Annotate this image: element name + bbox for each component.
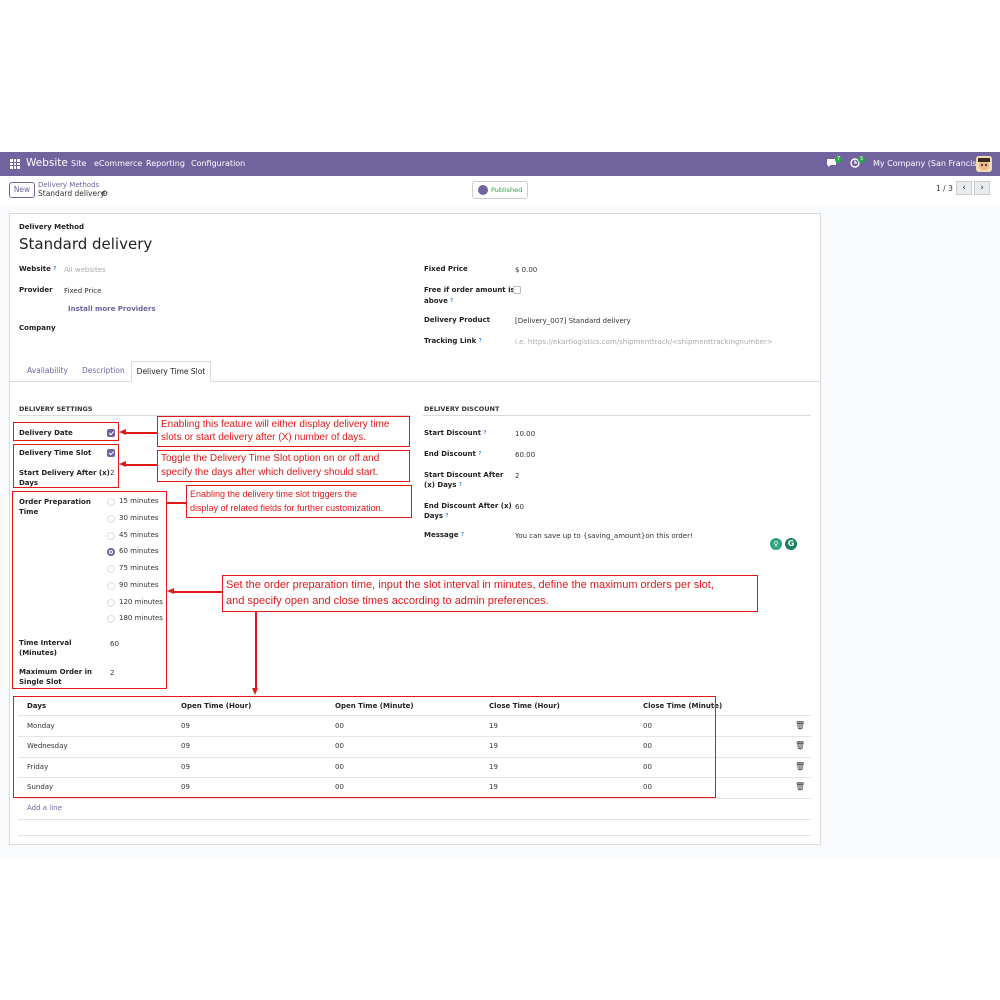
install-providers-link[interactable]: Install more Providers [68, 305, 156, 313]
top-navbar: Website Site eCommerce Reporting Configu… [0, 152, 1000, 176]
tracking-link-input[interactable]: i.e. https://ekartlogistics.com/shipment… [515, 337, 773, 347]
tab-description[interactable]: Description [82, 366, 125, 375]
note-line: and specify open and close times accordi… [226, 595, 549, 607]
annotation-arrow [119, 429, 126, 435]
annotation-line [174, 591, 222, 593]
tooltip-icon: ? [458, 482, 462, 488]
start-discount-after-label-2: (x) Days ? [424, 481, 462, 489]
company-label: Company [19, 324, 56, 332]
row-divider [18, 819, 811, 820]
note-line: specify the days after which delivery sh… [161, 467, 379, 478]
annotation-line [255, 612, 257, 688]
user-avatar[interactable] [976, 156, 992, 172]
note-line: slots or start delivery after (X) number… [161, 432, 367, 443]
start-discount-label: Start Discount ? [424, 429, 487, 437]
globe-icon [478, 185, 488, 195]
pager-previous-button[interactable]: ‹ [956, 181, 972, 195]
annotation-line [167, 502, 186, 504]
delivery-product-label: Delivery Product [424, 316, 491, 324]
record-name[interactable]: Standard delivery [19, 235, 152, 253]
tab-availability[interactable]: Availability [27, 366, 68, 375]
lightbulb-icon[interactable]: ♀ [770, 538, 782, 550]
annotation-box-time-slot [13, 444, 119, 488]
row-divider [18, 835, 811, 836]
annotation-note-related-fields: Enabling the delivery time slot triggers… [186, 485, 412, 518]
start-discount-input[interactable]: 10.00 [515, 429, 535, 439]
breadcrumb-current: Standard delivery [38, 189, 105, 198]
note-line: Enabling this feature will either displa… [161, 419, 390, 430]
end-discount-after-input[interactable]: 60 [515, 502, 524, 512]
annotation-box-related-fields [12, 491, 167, 689]
trash-icon[interactable]: 🗑 [795, 741, 805, 750]
menu-ecommerce[interactable]: eCommerce [94, 159, 142, 168]
free-if-checkbox[interactable] [513, 286, 521, 294]
annotation-note-table: Set the order preparation time, input th… [222, 575, 758, 612]
tooltip-icon: ? [478, 451, 482, 457]
start-discount-after-label-1: Start Discount After [424, 471, 504, 479]
apps-grid-icon[interactable] [10, 159, 20, 169]
free-if-label-2: above ? [424, 297, 454, 305]
published-label: Published [491, 186, 523, 194]
published-button[interactable]: Published [472, 181, 528, 199]
annotation-note-time-slot: Toggle the Delivery Time Slot option on … [157, 450, 410, 482]
note-line: Toggle the Delivery Time Slot option on … [161, 453, 380, 464]
pager-next-button[interactable]: › [974, 181, 990, 195]
grammarly-icon[interactable]: G [785, 538, 797, 550]
tooltip-icon: ? [450, 298, 454, 304]
annotation-line [126, 432, 157, 434]
heading-label: Delivery Method [19, 223, 84, 231]
provider-label: Provider [19, 286, 53, 294]
tooltip-icon: ? [53, 266, 57, 272]
note-line: Enabling the delivery time slot triggers… [190, 489, 358, 499]
annotation-arrow [252, 688, 258, 695]
message-label: Message ? [424, 531, 464, 539]
delivery-settings-title: DELIVERY SETTINGS [19, 405, 93, 413]
end-discount-input[interactable]: 60.00 [515, 450, 535, 460]
gear-icon[interactable]: ⚙ [101, 189, 108, 198]
tooltip-icon: ? [478, 338, 482, 344]
tooltip-icon: ? [460, 532, 464, 538]
start-discount-after-input[interactable]: 2 [515, 471, 519, 481]
delivery-product-input[interactable]: [Delivery_007] Standard delivery [515, 316, 631, 326]
menu-configuration[interactable]: Configuration [191, 159, 245, 168]
menu-reporting[interactable]: Reporting [146, 159, 185, 168]
free-if-label-1: Free if order amount is [424, 286, 515, 294]
annotation-box-table [13, 696, 716, 798]
provider-select[interactable]: Fixed Price [64, 286, 101, 296]
annotation-note-delivery-date: Enabling this feature will either displa… [157, 416, 410, 447]
website-label: Website ? [19, 265, 57, 273]
annotation-box-delivery-date [13, 422, 119, 441]
trash-icon[interactable]: 🗑 [795, 762, 805, 771]
app-name[interactable]: Website [26, 157, 68, 169]
end-discount-after-label-2: Days ? [424, 512, 449, 520]
message-input[interactable]: You can save up to {saving_amount}on thi… [515, 531, 693, 541]
note-line: Set the order preparation time, input th… [226, 579, 714, 591]
tooltip-icon: ? [483, 430, 487, 436]
fixed-price-input[interactable]: $ 0.00 [515, 265, 537, 275]
delivery-discount-title: DELIVERY DISCOUNT [424, 405, 500, 413]
website-input[interactable]: All websites [64, 265, 106, 275]
tab-delivery-time-slot[interactable]: Delivery Time Slot [131, 361, 211, 382]
section-divider [423, 415, 811, 416]
trash-icon[interactable]: 🗑 [795, 721, 805, 730]
annotation-line [126, 464, 157, 466]
end-discount-label: End Discount ? [424, 450, 482, 458]
end-discount-after-label-1: End Discount After (x) [424, 502, 512, 510]
menu-site[interactable]: Site [71, 159, 86, 168]
company-switcher[interactable]: My Company (San Francisco) [873, 159, 989, 168]
row-divider [18, 798, 811, 799]
tracking-link-label: Tracking Link ? [424, 337, 482, 345]
activity-badge: 5 [858, 156, 866, 163]
add-line-link[interactable]: Add a line [27, 804, 62, 812]
note-line: display of related fields for further cu… [190, 503, 384, 513]
tooltip-icon: ? [445, 513, 449, 519]
breadcrumb-parent-link[interactable]: Delivery Methods [38, 181, 99, 189]
trash-icon[interactable]: 🗑 [795, 782, 805, 791]
pager-value[interactable]: 1 / 3 [936, 184, 953, 193]
new-button[interactable]: New [9, 182, 35, 198]
annotation-arrow [167, 588, 174, 594]
fixed-price-label: Fixed Price [424, 265, 468, 273]
annotation-arrow [119, 461, 126, 467]
messages-badge: 7 [835, 156, 843, 163]
